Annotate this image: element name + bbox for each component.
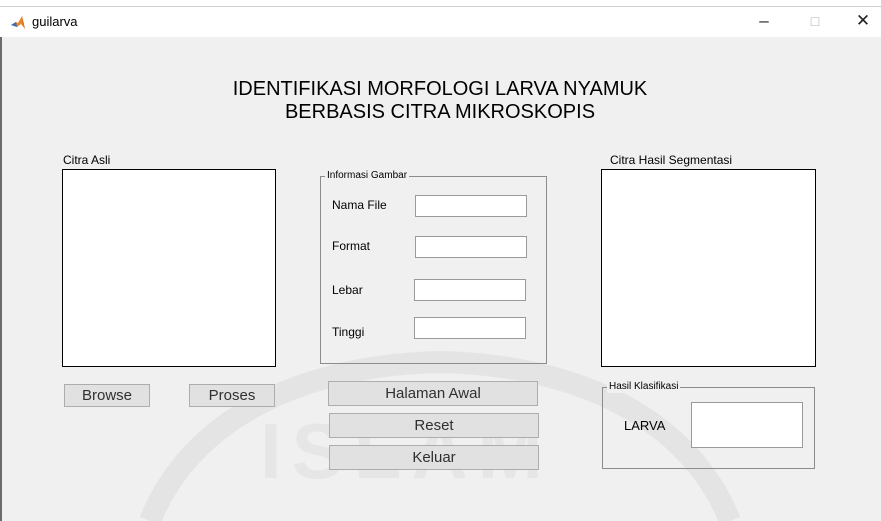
window-title: guilarva <box>32 14 78 29</box>
window-edge <box>0 37 2 521</box>
field-label-width: Lebar <box>332 283 363 297</box>
info-panel-title: Informasi Gambar <box>325 170 410 182</box>
classification-result-field[interactable] <box>691 402 803 448</box>
maximize-button[interactable]: □ <box>800 9 830 33</box>
title-bar: guilarva – □ ✕ <box>0 7 881 37</box>
filename-field[interactable] <box>415 195 527 217</box>
reset-button[interactable]: Reset <box>329 413 539 438</box>
original-image-axes <box>62 169 276 367</box>
minimize-button[interactable]: – <box>749 9 779 33</box>
home-page-button[interactable]: Halaman Awal <box>328 381 538 406</box>
info-panel: Informasi Gambar Nama File Format Lebar … <box>320 170 547 364</box>
classification-panel: Hasil Klasifikasi LARVA <box>602 381 815 469</box>
segmented-image-axes <box>601 169 816 367</box>
original-image-label: Citra Asli <box>63 153 111 167</box>
process-button[interactable]: Proses <box>189 384 275 407</box>
heading-line-1: IDENTIFIKASI MORFOLOGI LARVA NYAMUK <box>232 78 648 100</box>
field-label-height: Tinggi <box>332 325 365 339</box>
exit-button[interactable]: Keluar <box>329 445 539 470</box>
width-field[interactable] <box>414 279 526 301</box>
browse-button[interactable]: Browse <box>64 384 150 407</box>
format-field[interactable] <box>415 236 527 258</box>
heading-line-2: BERBASIS CITRA MIKROSKOPIS <box>284 101 596 123</box>
classification-panel-title: Hasil Klasifikasi <box>607 381 681 393</box>
menu-strip-remnant <box>0 0 881 7</box>
field-label-format: Format <box>332 239 371 253</box>
height-field[interactable] <box>414 317 526 339</box>
segmented-image-label: Citra Hasil Segmentasi <box>610 153 733 167</box>
app-heading: IDENTIFIKASI MORFOLOGI LARVA NYAMUK BERB… <box>150 78 730 124</box>
figure-window: guilarva – □ ✕ ISLAM IDENTIFIKASI MORFOL… <box>0 0 881 521</box>
field-label-filename: Nama File <box>332 198 387 212</box>
classification-label: LARVA <box>624 418 666 433</box>
matlab-logo-icon <box>11 16 25 29</box>
close-button[interactable]: ✕ <box>848 9 878 33</box>
